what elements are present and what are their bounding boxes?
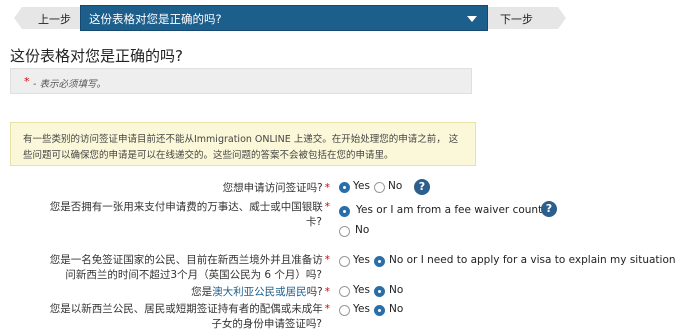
question-label-line2: 子女的身份申请签证吗?: [211, 318, 322, 330]
question-label-line1: 您是一名免签证国家的公民、目前在新西兰境外并且准备访: [49, 254, 323, 266]
question-australian: 您是澳大利亚公民或居民吗? *: [191, 284, 330, 299]
required-star: *: [24, 75, 30, 88]
notice-line-2: 些问题可以确保您的申请是可以在线递交的。这些问题的答案不会被包括在您的申请里。: [23, 150, 394, 161]
question-label-line2: 卡?: [305, 216, 322, 228]
chevron-down-icon: [467, 16, 477, 22]
next-button-label: 下一步: [500, 13, 533, 26]
required-star: *: [324, 286, 330, 298]
radio-yes-label[interactable]: Yes or I am from a fee waiver country: [356, 204, 553, 216]
radio-yes[interactable]: [339, 256, 350, 267]
question-label: 您想申请访问签证吗?: [222, 182, 323, 194]
radio-yes-label[interactable]: Yes: [353, 284, 370, 296]
question-visitor-visa: 您想申请访问签证吗? *: [223, 180, 330, 195]
radio-no[interactable]: [374, 305, 385, 316]
help-icon[interactable]: ?: [541, 201, 557, 217]
radio-yes-label[interactable]: Yes: [353, 180, 370, 192]
radio-yes[interactable]: [339, 305, 350, 316]
page-select-dropdown[interactable]: 这份表格对您是正确的吗?: [80, 5, 488, 31]
required-star: *: [324, 201, 330, 213]
radio-no[interactable]: [374, 182, 385, 193]
next-button[interactable]: 下一步: [488, 7, 566, 29]
wizard-nav: 上一步 这份表格对您是正确的吗? 下一步: [0, 0, 700, 36]
question-label-line1: 您是否拥有一张用来支付申请费的万事达、威士或中国银联: [49, 201, 323, 213]
notice-line-1: 有一些类别的访问签证申请目前还不能从Immigration ONLINE 上递交…: [23, 134, 459, 145]
radio-yes[interactable]: [339, 182, 350, 193]
required-star: *: [324, 254, 330, 266]
radio-no[interactable]: [374, 256, 385, 267]
australian-citizen-link[interactable]: 澳大利亚公民或居民: [212, 286, 307, 298]
radio-yes[interactable]: [339, 206, 350, 217]
radio-no-label[interactable]: No: [389, 303, 403, 315]
required-note-box: * - 表示必须填写。: [10, 68, 472, 94]
radio-no-label[interactable]: No: [389, 284, 403, 296]
help-icon[interactable]: ?: [414, 179, 430, 195]
required-star: *: [324, 303, 330, 315]
radio-no[interactable]: [339, 226, 350, 237]
question-visa-waiver: 您是一名免签证国家的公民、目前在新西兰境外并且准备访 * 问新西兰的时间不超过3个…: [50, 252, 330, 282]
question-partner-dependent: 您是以新西兰公民、居民或短期签证持有者的配偶或未成年 * 子女的身份申请签证吗?: [50, 301, 330, 331]
question-label-prefix: 您是: [191, 286, 213, 298]
radio-yes[interactable]: [339, 286, 350, 297]
previous-button-label: 上一步: [38, 13, 71, 26]
radio-yes-label[interactable]: Yes: [353, 254, 370, 266]
required-star: *: [324, 182, 330, 194]
question-label-line2: 问新西兰的时间不超过3个月（英国公民为 6 个月）吗?: [65, 269, 322, 281]
question-label-line1: 您是以新西兰公民、居民或短期签证持有者的配偶或未成年: [49, 303, 323, 315]
previous-button[interactable]: 上一步: [14, 7, 86, 29]
info-notice: 有一些类别的访问签证申请目前还不能从Immigration ONLINE 上递交…: [10, 122, 476, 166]
radio-no-label[interactable]: No or I need to apply for a visa to expl…: [389, 254, 676, 266]
radio-no[interactable]: [374, 286, 385, 297]
radio-no-label[interactable]: No: [355, 224, 369, 236]
radio-no-label[interactable]: No: [388, 180, 402, 192]
page-title: 这份表格对您是正确的吗?: [10, 47, 183, 65]
question-payment-card: 您是否拥有一张用来支付申请费的万事达、威士或中国银联 * 卡?: [50, 199, 330, 229]
question-label-suffix: 吗?: [306, 286, 323, 298]
radio-yes-label[interactable]: Yes: [353, 303, 370, 315]
required-note-text: - 表示必须填写。: [33, 79, 106, 90]
page-select-value: 这份表格对您是正确的吗?: [89, 12, 222, 26]
